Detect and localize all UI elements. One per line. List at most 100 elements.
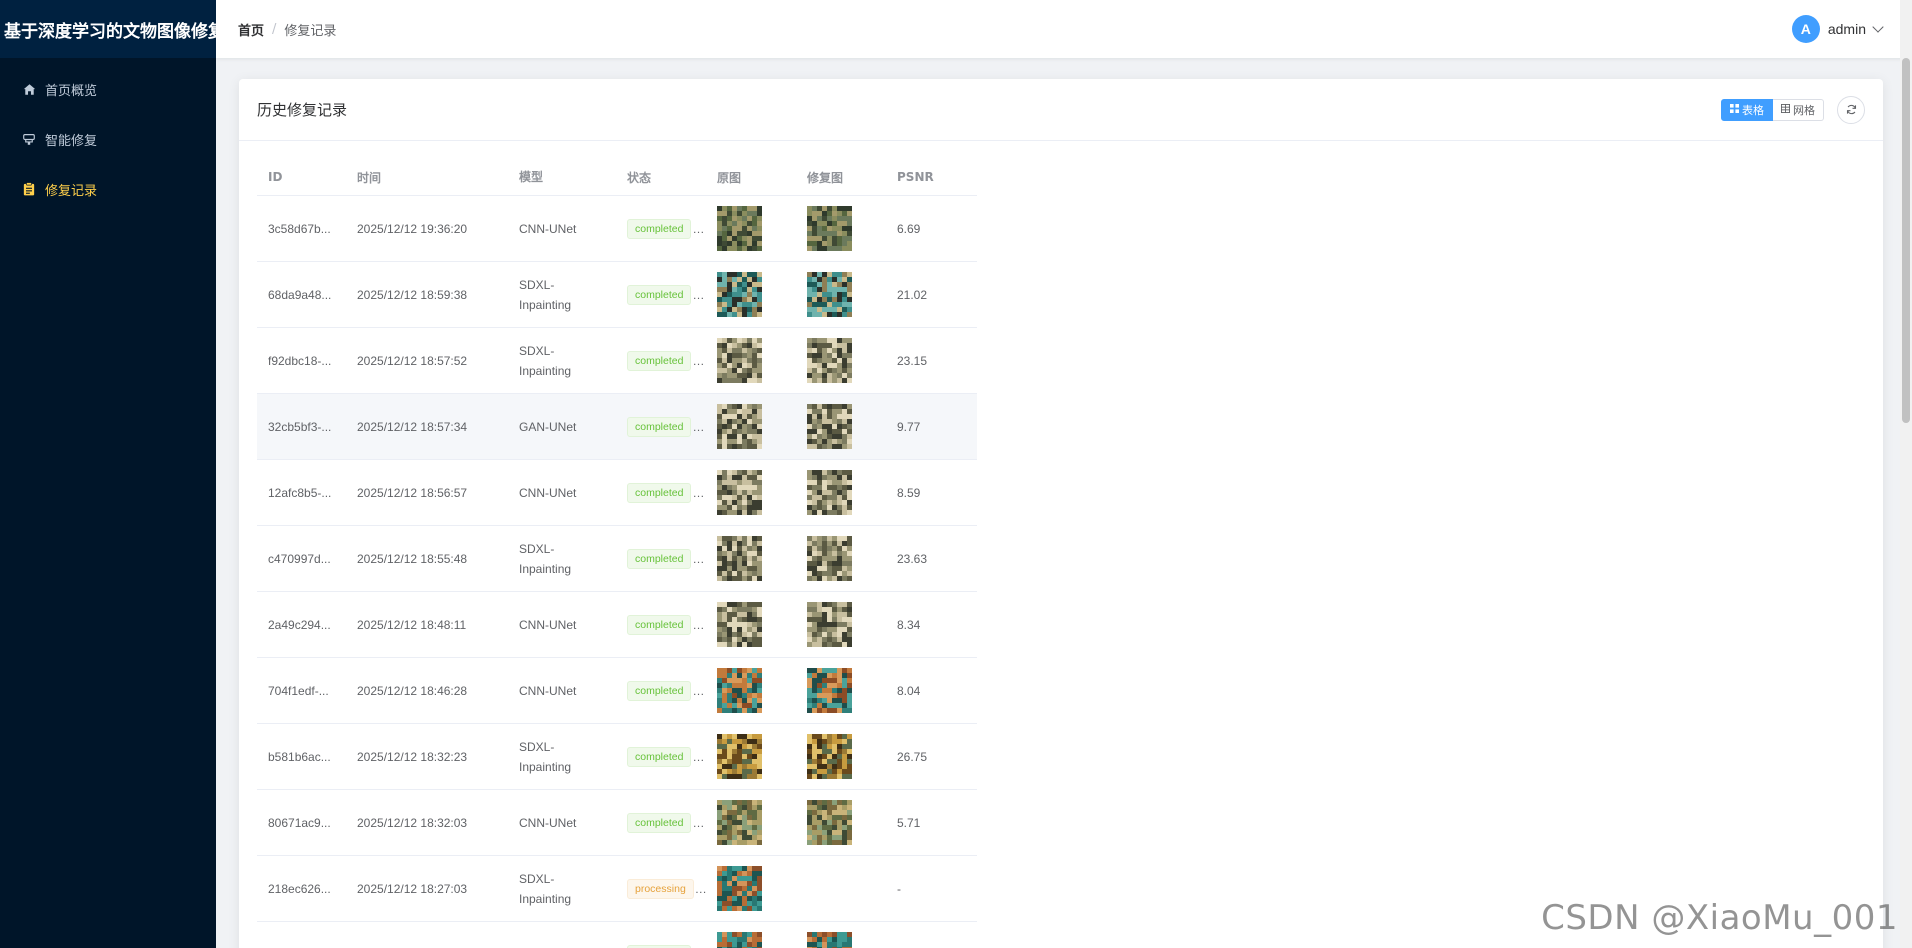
status-badge: completed [627,614,692,635]
restored-thumbnail[interactable] [807,272,887,317]
original-image-cell [707,932,797,948]
table-row[interactable]: 2a49c294... 2025/12/12 18:48:11 CNN-UNet… [257,592,977,658]
original-thumbnail[interactable] [717,536,797,581]
restored-thumbnail[interactable] [807,668,887,713]
restored-thumbnail[interactable] [807,536,887,581]
record-time: 2025/12/12 18:32:23 [357,749,468,764]
original-image-cell [707,602,797,647]
original-thumbnail[interactable] [717,734,797,779]
record-model: SDXL- Inpainting [509,341,617,381]
record-status: completed… [617,218,707,239]
table-row[interactable]: 32cb5bf3-... 2025/12/12 18:57:34 GAN-UNe… [257,394,977,460]
user-menu[interactable]: A admin [1791,15,1884,43]
status-ellipsis: … [692,683,705,698]
record-psnr: 8.59 [897,485,921,500]
record-id: 218ec626... [268,881,331,896]
table-row[interactable]: 68da9a48... 2025/12/12 18:59:38 SDXL- Inp… [257,262,977,328]
view-toggle: 表格 网格 [1721,99,1824,121]
refresh-button[interactable] [1837,96,1865,124]
original-image-cell [707,668,797,713]
record-psnr: 6.69 [897,221,921,236]
breadcrumb-home[interactable]: 首页 [238,20,264,39]
original-thumbnail[interactable] [717,404,797,449]
table-row[interactable]: c470997d... 2025/12/12 18:55:48 SDXL- Inp… [257,526,977,592]
original-thumbnail[interactable] [717,668,797,713]
restored-thumbnail[interactable] [807,206,887,251]
model-line: CNN-UNet [519,815,577,830]
status-badge: completed [627,218,692,239]
page-scrollbar[interactable] [1900,0,1912,948]
status-badge: completed [627,944,692,948]
table-row[interactable]: 218ec626... 2025/12/12 18:27:03 SDXL- Inp… [257,856,977,922]
original-thumbnail[interactable] [717,206,797,251]
restored-image-cell [797,800,887,845]
restored-thumbnail[interactable] [807,404,887,449]
sidebar-item-repair[interactable]: 智能修复 [0,114,216,164]
original-thumbnail[interactable] [717,602,797,647]
sidebar-item-home[interactable]: 首页概览 [0,64,216,114]
clipboard-icon [22,182,36,196]
sidebar-item-label: 修复记录 [45,183,98,199]
breadcrumb-separator: / [272,21,277,37]
original-image-cell [707,734,797,779]
grid-view-label: 网格 [1793,104,1815,117]
restored-thumbnail[interactable] [807,338,887,383]
table-row[interactable]: b581b6ac... 2025/12/12 18:32:23 SDXL- Inp… [257,724,977,790]
model-line: Inpainting [519,561,572,576]
original-image-cell [707,272,797,317]
record-psnr: 26.75 [897,749,928,764]
record-status: completed… [617,680,707,701]
model-line: CNN-UNet [519,485,577,500]
table-row[interactable]: 704f1edf-... 2025/12/12 18:46:28 CNN-UNe… [257,658,977,724]
sidebar-item-label: 首页概览 [45,83,98,99]
record-time: 2025/12/12 18:59:38 [357,287,468,302]
status-ellipsis: … [692,485,705,500]
table-row[interactable]: 12afc8b5-... 2025/12/12 18:56:57 CNN-UNe… [257,460,977,526]
table-header: ID 时间 模型 状态 原图 修复图 PSNR [257,159,977,196]
restored-thumbnail[interactable] [807,932,887,948]
original-thumbnail[interactable] [717,272,797,317]
restored-thumbnail[interactable] [807,734,887,779]
col-psnr: PSNR [897,170,934,184]
restored-image-cell [797,602,887,647]
model-line: Inpainting [519,759,572,774]
record-model: CNN-UNet [509,219,617,239]
sidebar-menu: 首页概览 智能修复 修复记录 [0,64,216,214]
original-thumbnail[interactable] [717,470,797,515]
record-id: c470997d... [268,551,331,566]
record-id: 12afc8b5-... [268,485,332,500]
model-line: SDXL- [519,343,555,358]
watermark: CSDN @XiaoMu_001 [1541,898,1898,938]
original-thumbnail[interactable] [717,338,797,383]
table-row[interactable]: 80671ac9... 2025/12/12 18:32:03 CNN-UNet… [257,790,977,856]
grid-view-button[interactable]: 网格 [1773,99,1824,121]
status-badge: completed [627,680,692,701]
col-time: 时间 [357,170,382,185]
record-time: 2025/12/12 18:57:34 [357,419,468,434]
status-badge: completed [627,284,692,305]
original-thumbnail[interactable] [717,866,797,911]
status-badge: processing [627,878,694,899]
table-row[interactable]: f92dbc18-... 2025/12/12 18:57:52 SDXL- In… [257,328,977,394]
table-row[interactable]: completed… [257,922,977,948]
table-row[interactable]: 3c58d67b... 2025/12/12 19:36:20 CNN-UNet… [257,196,977,262]
original-thumbnail[interactable] [717,800,797,845]
table-view-button[interactable]: 表格 [1721,99,1773,121]
status-badge: completed [627,350,692,371]
restored-thumbnail[interactable] [807,800,887,845]
record-id: 68da9a48... [268,287,332,302]
model-line: CNN-UNet [519,221,577,236]
refresh-icon [1846,103,1857,118]
original-thumbnail[interactable] [717,932,797,948]
status-badge: completed [627,548,692,569]
scrollbar-thumb[interactable] [1902,58,1910,423]
original-image-cell [707,470,797,515]
records-card: 历史修复记录 表格 网格 ID 时间 模型 状态 原图 修复图 PSNR 3c5… [239,79,1883,948]
record-time: 2025/12/12 19:36:20 [357,221,468,236]
record-psnr: 9.77 [897,419,921,434]
restored-thumbnail[interactable] [807,602,887,647]
status-ellipsis: … [692,287,705,302]
restored-thumbnail[interactable] [807,470,887,515]
sidebar-item-records[interactable]: 修复记录 [0,164,216,214]
record-status: processing… [617,878,707,899]
